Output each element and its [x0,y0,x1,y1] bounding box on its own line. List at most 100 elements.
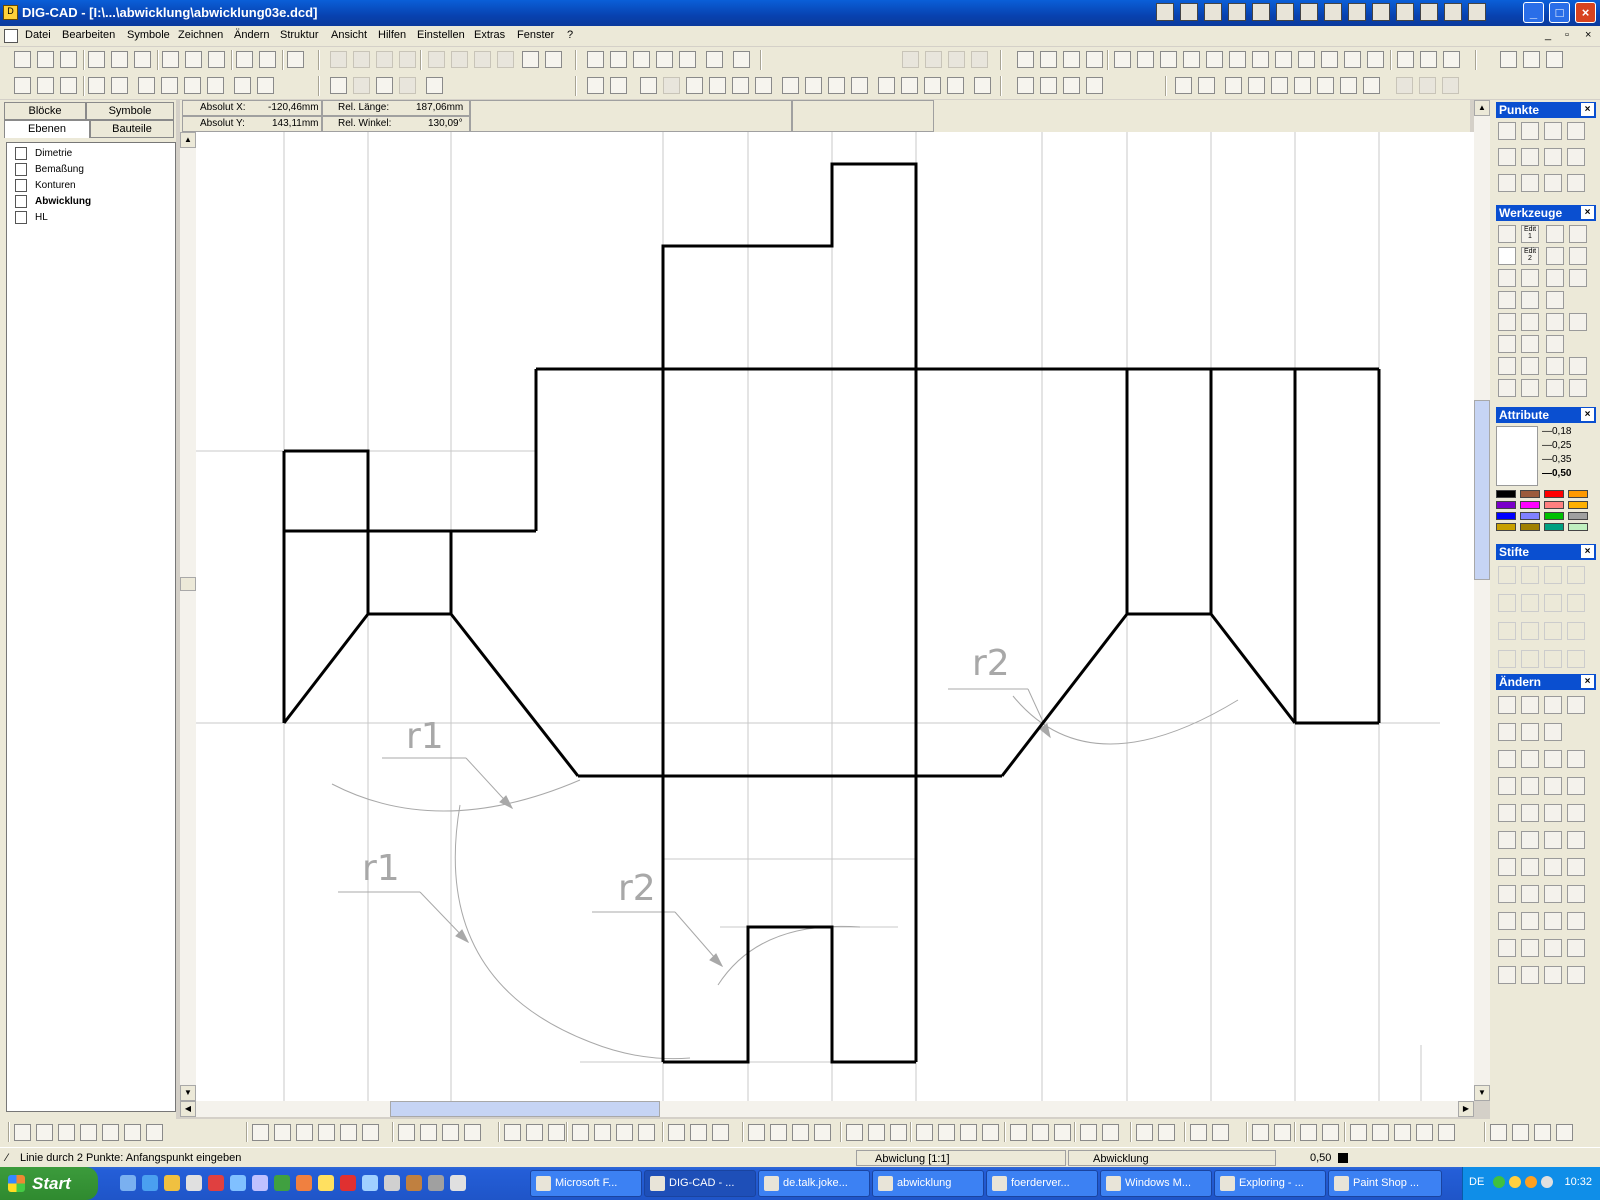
window-new-icon[interactable] [1175,77,1192,94]
scroll-left-icon[interactable]: ◀ [180,1101,196,1117]
draw-tool-icon[interactable] [1274,1124,1291,1141]
task-button[interactable]: Microsoft F... [530,1170,642,1197]
pen-icon[interactable] [1544,594,1562,612]
draw-tool-icon[interactable] [982,1124,999,1141]
tray-icon[interactable] [1541,1176,1553,1188]
modify-tool-icon[interactable] [1544,858,1562,876]
draw-tool-icon[interactable] [124,1124,141,1141]
scroll-right-icon[interactable]: ▶ [1458,1101,1474,1117]
scroll-up-icon[interactable]: ▲ [1474,100,1490,116]
document-icon[interactable] [4,29,18,43]
redraw-icon[interactable] [974,77,991,94]
pen-icon[interactable] [1544,622,1562,640]
draw-tool-icon[interactable] [80,1124,97,1141]
zoom-out-icon[interactable] [805,77,822,94]
menu-aendern[interactable]: Ändern [234,29,269,41]
modify-tool-icon[interactable] [1567,858,1585,876]
part-icon[interactable] [1225,77,1242,94]
modify-tool-icon[interactable] [1521,804,1539,822]
modify-tool-icon[interactable] [1498,723,1516,741]
draw-tool-icon[interactable] [36,1124,53,1141]
draw-tool-icon[interactable] [1534,1124,1551,1141]
draw-tool-icon[interactable] [616,1124,633,1141]
modify-tool-icon[interactable] [1521,966,1539,984]
quicklaunch-icon[interactable] [1252,3,1270,21]
export-arrow-icon[interactable] [545,51,562,68]
pen-icon[interactable] [1521,566,1539,584]
menu-fenster[interactable]: Fenster [517,29,554,41]
linetype-selector[interactable] [1496,426,1538,486]
modify-tool-icon[interactable] [1498,858,1516,876]
part-list-icon[interactable] [1294,77,1311,94]
angle-line-icon[interactable] [1569,247,1587,265]
scale-icon[interactable] [1183,51,1200,68]
table-icon[interactable] [161,77,178,94]
part-add-icon[interactable] [1248,77,1265,94]
color-swatch[interactable] [1520,523,1540,531]
quicklaunch-icon[interactable] [1204,3,1222,21]
draw-tool-icon[interactable] [58,1124,75,1141]
quicklaunch-icon[interactable] [384,1175,400,1191]
draw-tool-icon[interactable] [1300,1124,1317,1141]
line-width-option[interactable]: —0,50 [1542,468,1571,479]
columns-icon[interactable] [184,77,201,94]
point-arc-icon[interactable] [1567,122,1585,140]
draw-tool-icon[interactable] [748,1124,765,1141]
new-file-icon[interactable] [14,51,31,68]
tab-bauteile[interactable]: Bauteile [90,120,174,138]
draw-tool-icon[interactable] [362,1124,379,1141]
line-width-option[interactable]: —0,25 [1542,440,1571,451]
draw-tool-icon[interactable] [548,1124,565,1141]
help-icon[interactable] [1523,51,1540,68]
plot-icon[interactable] [287,51,304,68]
pen-icon[interactable] [1521,650,1539,668]
color-swatch[interactable] [1568,501,1588,509]
tangent-line-icon[interactable] [1546,335,1564,353]
scroll-down-icon[interactable]: ▼ [180,1085,196,1101]
point-tangent-icon[interactable] [1521,174,1539,192]
move-icon[interactable] [1114,51,1131,68]
window-icon[interactable] [1397,51,1414,68]
undo-icon[interactable] [428,51,445,68]
pen-icon[interactable] [1498,566,1516,584]
close-icon[interactable]: × [1581,103,1594,116]
modify-tool-icon[interactable] [1567,885,1585,903]
status-layer-scale[interactable]: Abwiclung [1:1] [856,1150,1066,1166]
horizontal-scrollbar[interactable]: ◀ ▶ [180,1101,1474,1117]
color-swatch[interactable] [1496,512,1516,520]
cross-icon[interactable] [1569,269,1587,287]
list-icon[interactable] [138,77,155,94]
draw-tool-icon[interactable] [252,1124,269,1141]
draw-tool-icon[interactable] [1010,1124,1027,1141]
zoom-scale-icon[interactable] [947,77,964,94]
menu-einstellen[interactable]: Einstellen [417,29,465,41]
scroll-thumb[interactable] [1474,400,1490,580]
layer-item-bemassung[interactable]: Bemaßung [15,163,84,179]
arrow-left-icon[interactable] [111,77,128,94]
zoom-icon[interactable] [732,77,749,94]
draw-tool-icon[interactable] [1512,1124,1529,1141]
point-midpoint-icon[interactable] [1544,148,1562,166]
save-all-icon[interactable] [134,51,151,68]
line-tool-icon[interactable] [1546,225,1564,243]
disabled-part-icon[interactable] [1419,77,1436,94]
cut-icon[interactable] [330,51,347,68]
color-swatch[interactable] [1544,490,1564,498]
quicklaunch-icon[interactable] [1420,3,1438,21]
pen-icon[interactable] [1544,566,1562,584]
open-file-icon[interactable] [37,51,54,68]
array-icon[interactable] [1298,51,1315,68]
crosshair-icon[interactable] [587,51,604,68]
transform-icon[interactable] [1521,269,1539,287]
point-intersect-icon[interactable] [1498,148,1516,166]
draw-tool-icon[interactable] [690,1124,707,1141]
layer-item-abwicklung[interactable]: Abwicklung [15,195,91,211]
text-icon[interactable] [1498,379,1516,397]
zoom-1x-icon[interactable] [709,77,726,94]
draw-tool-icon[interactable] [318,1124,335,1141]
circle-icon[interactable] [1498,313,1516,331]
quicklaunch-icon[interactable] [1396,3,1414,21]
draw-tool-icon[interactable] [274,1124,291,1141]
offset-icon[interactable] [1321,51,1338,68]
start-button[interactable]: Start [0,1167,98,1200]
